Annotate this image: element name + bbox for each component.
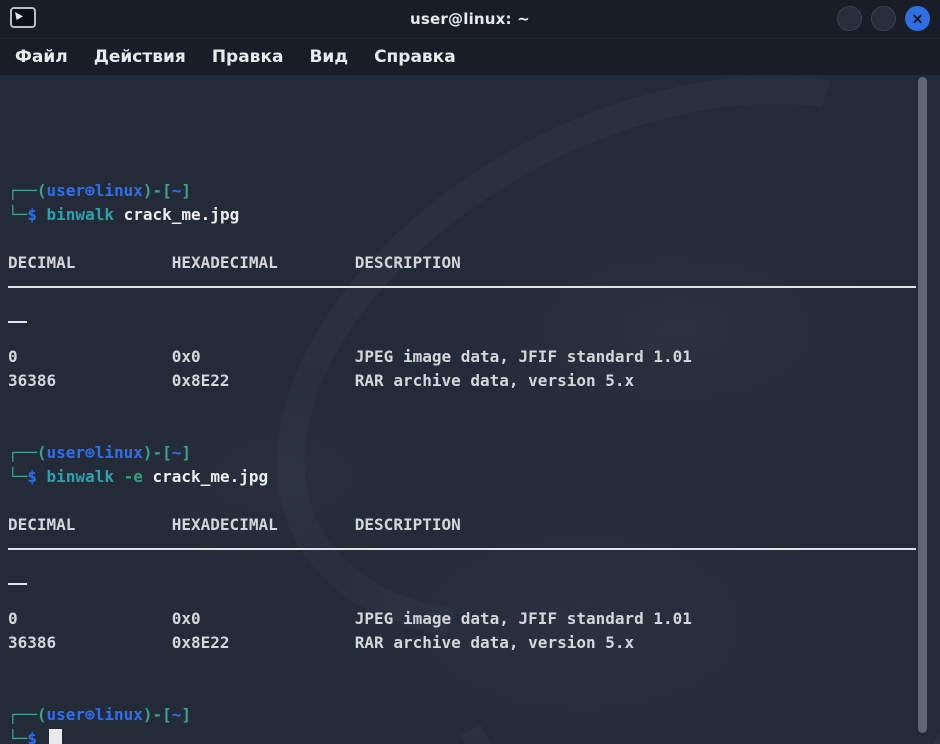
close-button[interactable]: ✕ bbox=[905, 6, 930, 31]
terminal-text-segment: binwalk bbox=[47, 205, 114, 224]
terminal-text-segment: ] bbox=[181, 705, 191, 724]
separator-line bbox=[8, 321, 27, 323]
title-bar: user@linux: ~ ✕ bbox=[0, 0, 940, 38]
terminal-text-segment: $ bbox=[27, 205, 46, 224]
terminal-line: ┌──(user⊕linux)-[~] bbox=[8, 179, 932, 203]
terminal-text-segment: linux bbox=[95, 705, 143, 724]
terminal-text-segment: 0 0x0 JPEG image data, JFIF standard 1.0… bbox=[8, 347, 692, 366]
terminal-line bbox=[8, 655, 932, 679]
terminal-line: ┌──(user⊕linux)-[~] bbox=[8, 441, 932, 465]
terminal-text-segment: user bbox=[47, 443, 86, 462]
separator-line bbox=[8, 548, 916, 550]
terminal-line bbox=[8, 286, 932, 310]
terminal-line: 0 0x0 JPEG image data, JFIF standard 1.0… bbox=[8, 345, 932, 369]
terminal-text-segment: └─ bbox=[8, 729, 27, 744]
terminal-line: ┌──(user⊕linux)-[~] bbox=[8, 703, 932, 727]
terminal-text-segment: linux bbox=[95, 443, 143, 462]
terminal-text-segment: crack_me.jpg bbox=[124, 205, 240, 224]
terminal-text-segment: ┌──( bbox=[8, 181, 47, 200]
terminal-text-segment: $ bbox=[27, 467, 46, 486]
menu-item-file[interactable]: Файл bbox=[2, 44, 81, 70]
terminal-text-segment: DECIMAL HEXADECIMAL DESCRIPTION bbox=[8, 515, 461, 534]
terminal-text-segment: crack_me.jpg bbox=[153, 467, 269, 486]
terminal-text-segment: user bbox=[47, 181, 86, 200]
separator-line bbox=[8, 583, 27, 585]
terminal-line: └─$ bbox=[8, 727, 932, 744]
terminal-text-segment: )-[ bbox=[143, 181, 172, 200]
terminal-text-segment: ⊕ bbox=[85, 443, 95, 462]
terminal-text-segment: ] bbox=[181, 181, 191, 200]
terminal-text-segment: ~ bbox=[172, 443, 182, 462]
terminal-text-segment: ⊕ bbox=[85, 181, 95, 200]
window-title: user@linux: ~ bbox=[0, 10, 940, 28]
terminal-text-segment: DECIMAL HEXADECIMAL DESCRIPTION bbox=[8, 253, 461, 272]
terminal-line: └─$ binwalk crack_me.jpg bbox=[8, 203, 932, 227]
terminal-text-segment: └─ bbox=[8, 467, 27, 486]
terminal-text-segment bbox=[114, 467, 124, 486]
terminal-icon bbox=[10, 7, 36, 28]
terminal-text-segment: ] bbox=[181, 443, 191, 462]
terminal-text-segment: 36386 0x8E22 RAR archive data, version 5… bbox=[8, 633, 634, 652]
terminal-text-segment: ~ bbox=[172, 181, 182, 200]
terminal-line bbox=[8, 417, 932, 441]
terminal-line: 0 0x0 JPEG image data, JFIF standard 1.0… bbox=[8, 607, 932, 631]
terminal-line: 36386 0x8E22 RAR archive data, version 5… bbox=[8, 631, 932, 655]
terminal-text-segment: user bbox=[47, 705, 86, 724]
terminal-text-segment: ~ bbox=[172, 705, 182, 724]
terminal-line bbox=[8, 393, 932, 417]
terminal-text-segment bbox=[143, 467, 153, 486]
terminal-line bbox=[8, 227, 932, 251]
maximize-button[interactable] bbox=[871, 6, 896, 31]
menu-item-view[interactable]: Вид bbox=[296, 44, 361, 70]
terminal-text-segment: ⊕ bbox=[85, 705, 95, 724]
terminal-line: DECIMAL HEXADECIMAL DESCRIPTION bbox=[8, 251, 932, 275]
terminal-line: └─$ binwalk -e crack_me.jpg bbox=[8, 465, 932, 489]
terminal-line bbox=[8, 548, 932, 572]
terminal-text-segment: └─ bbox=[8, 205, 27, 224]
terminal-screen[interactable]: ┌──(user⊕linux)-[~]└─$ binwalk crack_me.… bbox=[0, 75, 940, 744]
terminal-output: ┌──(user⊕linux)-[~]└─$ binwalk crack_me.… bbox=[8, 179, 932, 744]
close-icon: ✕ bbox=[912, 12, 924, 26]
separator-line bbox=[8, 286, 916, 288]
terminal-text-segment: linux bbox=[95, 181, 143, 200]
terminal-text-segment: binwalk bbox=[47, 467, 114, 486]
terminal-line: 36386 0x8E22 RAR archive data, version 5… bbox=[8, 369, 932, 393]
menu-bar: Файл Действия Правка Вид Справка bbox=[0, 38, 940, 75]
terminal-line bbox=[8, 679, 932, 703]
terminal-line bbox=[8, 583, 932, 607]
terminal-window: user@linux: ~ ✕ Файл Действия Правка Вид… bbox=[0, 0, 940, 744]
terminal-line bbox=[8, 489, 932, 513]
terminal-text-segment: ┌──( bbox=[8, 705, 47, 724]
menu-item-edit[interactable]: Правка bbox=[199, 44, 297, 70]
terminal-text-segment: $ bbox=[27, 729, 46, 744]
terminal-text-segment: ┌──( bbox=[8, 443, 47, 462]
terminal-text-segment: 0 0x0 JPEG image data, JFIF standard 1.0… bbox=[8, 609, 692, 628]
minimize-button[interactable] bbox=[837, 6, 862, 31]
terminal-cursor bbox=[49, 729, 62, 744]
terminal-line bbox=[8, 321, 932, 345]
terminal-line: DECIMAL HEXADECIMAL DESCRIPTION bbox=[8, 513, 932, 537]
terminal-text-segment bbox=[114, 205, 124, 224]
terminal-text-segment: )-[ bbox=[143, 705, 172, 724]
menu-item-help[interactable]: Справка bbox=[361, 44, 469, 70]
menu-item-actions[interactable]: Действия bbox=[81, 44, 199, 70]
terminal-text-segment: )-[ bbox=[143, 443, 172, 462]
scrollbar-thumb[interactable] bbox=[918, 77, 927, 733]
terminal-text-segment: -e bbox=[124, 467, 143, 486]
scrollbar-track[interactable] bbox=[916, 76, 929, 736]
terminal-text-segment: 36386 0x8E22 RAR archive data, version 5… bbox=[8, 371, 634, 390]
window-controls: ✕ bbox=[837, 6, 930, 31]
